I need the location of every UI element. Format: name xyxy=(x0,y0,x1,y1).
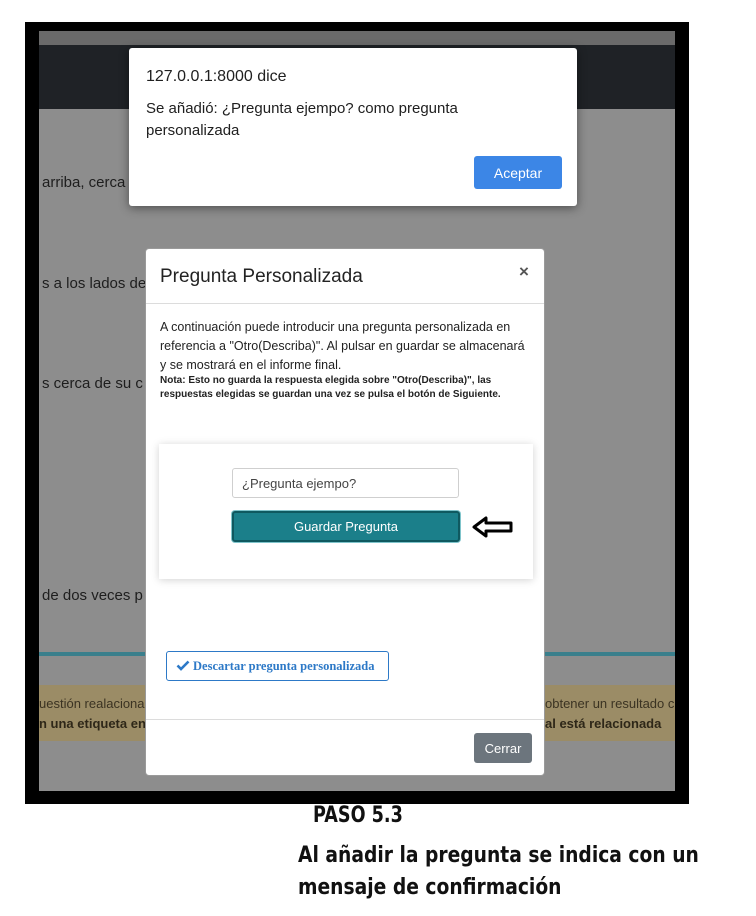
background-text-4: de dos veces p xyxy=(42,587,143,604)
background-text-2: s a los lados de xyxy=(42,275,147,292)
arrow-left-icon xyxy=(472,516,513,538)
modal-footer-divider xyxy=(146,719,544,720)
alert-title: 127.0.0.1:8000 dice xyxy=(146,68,287,85)
browser-top-bar xyxy=(39,31,675,45)
browser-alert-dialog: 127.0.0.1:8000 dice Se añadió: ¿Pregunta… xyxy=(129,48,577,206)
question-input[interactable] xyxy=(232,468,459,498)
modal-description: A continuación puede introducir una preg… xyxy=(160,320,525,372)
check-icon xyxy=(176,660,190,671)
accept-button[interactable]: Aceptar xyxy=(474,156,562,189)
discard-question-button[interactable]: Descartar pregunta personalizada xyxy=(166,651,389,681)
caption-line-1: Al añadir la pregunta se indica con un xyxy=(298,843,699,868)
custom-question-modal: Pregunta Personalizada × A continuación … xyxy=(145,248,545,776)
warning-text-left-1: uestión realacionad xyxy=(39,696,152,711)
discard-label: Descartar pregunta personalizada xyxy=(193,658,375,673)
close-icon[interactable]: × xyxy=(519,262,529,282)
background-text-3: s cerca de su c xyxy=(42,375,143,392)
modal-header-divider xyxy=(146,303,544,304)
modal-note: Nota: Esto no guarda la respuesta elegid… xyxy=(160,375,501,400)
warning-text-right-1: obtener un resultado c xyxy=(545,696,675,711)
alert-message: Se añadió: ¿Pregunta ejempo? como pregun… xyxy=(146,100,458,139)
warning-text-right-2: al está relacionada xyxy=(545,716,662,731)
question-card: Guardar Pregunta xyxy=(159,444,533,579)
caption-line-2: mensaje de confirmación xyxy=(298,875,562,900)
save-question-button[interactable]: Guardar Pregunta xyxy=(232,511,460,542)
step-title: PASO 5.3 xyxy=(313,803,403,828)
background-text-1: arriba, cerca xyxy=(42,174,126,191)
close-button[interactable]: Cerrar xyxy=(474,733,532,763)
modal-title: Pregunta Personalizada xyxy=(160,266,363,287)
warning-text-left-2: n una etiqueta en xyxy=(39,716,146,731)
step-caption: Al añadir la pregunta se indica con un m… xyxy=(298,840,699,904)
